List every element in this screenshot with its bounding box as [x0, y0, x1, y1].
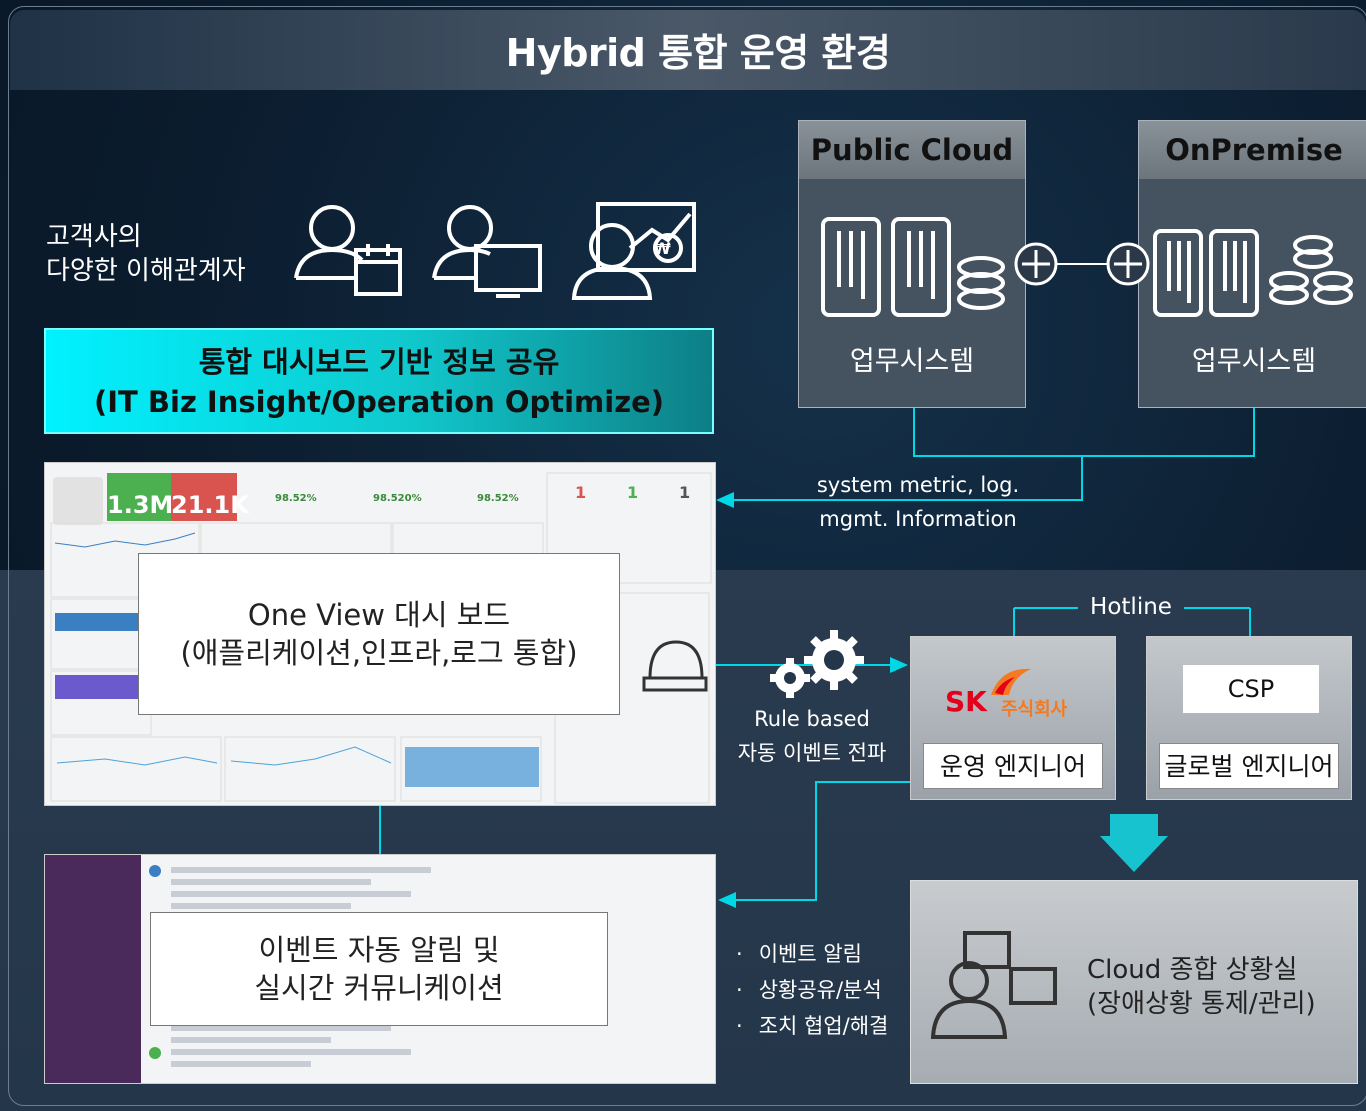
metrics-flow-label: system metric, log. mgmt. Information — [800, 468, 1036, 536]
arrow-to-dashboard — [716, 492, 734, 508]
dashboard-overlay-line2: (애플리케이션,인프라,로그 통합) — [180, 636, 578, 670]
operator-icon — [930, 931, 1057, 1039]
public-cloud-label: 업무시스템 — [849, 346, 975, 377]
arrow-to-engineer — [890, 657, 908, 673]
down-arrow — [1100, 814, 1168, 872]
control-room-line1: Cloud 종합 상황실 — [1087, 955, 1298, 985]
server-rack-icon — [821, 217, 1005, 317]
person-calendar-icon — [294, 205, 402, 296]
rule-flow-line2: 자동 이벤트 전파 — [737, 741, 887, 765]
chat-overlay-label: 이벤트 자동 알림 및 실시간 커뮤니케이션 — [150, 912, 608, 1026]
hotline-label: Hotline — [1080, 594, 1182, 620]
bullet-item: 조치 협업/해결 — [736, 1008, 889, 1044]
public-cloud-header: Public Cloud — [799, 121, 1025, 179]
rule-flow-label: Rule based 자동 이벤트 전파 — [730, 702, 894, 770]
metrics-flow-line1: system metric, log. — [816, 473, 1020, 497]
arrow-to-chat-side — [718, 892, 736, 908]
sk-butterfly-icon — [991, 668, 1031, 695]
on-premise-header: OnPremise — [1139, 121, 1366, 179]
banner-line2: (IT Biz Insight/Operation Optimize) — [93, 385, 665, 419]
sk-engineer-label: 운영 엔지니어 — [923, 743, 1103, 789]
won-symbol: ₩ — [653, 239, 671, 258]
bullet-item: 상황공유/분석 — [736, 972, 888, 1008]
person-monitor-icon — [432, 205, 542, 298]
one-view-dashboard-label: One View 대시 보드 (애플리케이션,인프라,로그 통합) — [138, 553, 620, 715]
on-premise-label: 업무시스템 — [1191, 346, 1317, 377]
banner-line1: 통합 대시보드 기반 정보 공유 — [198, 345, 560, 379]
on-premise-box: OnPremise 업무시스템 — [1138, 120, 1366, 408]
public-cloud-box: Public Cloud 업무시스템 — [798, 120, 1026, 408]
rule-flow-line1: Rule based — [754, 707, 870, 731]
csp-engineer-box: CSP 글로벌 엔지니어 — [1146, 636, 1352, 800]
dashboard-overlay-line1: One View 대시 보드 — [247, 598, 511, 632]
control-room-box: Cloud 종합 상황실 (장애상황 통제/관리) — [910, 880, 1358, 1084]
csp-badge: CSP — [1183, 665, 1319, 713]
chat-overlay-line2: 실시간 커뮤니케이션 — [254, 971, 504, 1005]
sk-engineer-box: SK 주식회사 운영 엔지니어 — [910, 636, 1116, 800]
control-room-text: Cloud 종합 상황실 (장애상황 통제/관리) — [1087, 953, 1316, 1021]
presenter-icon — [571, 202, 696, 300]
action-bullets: 이벤트 알림 상황공유/분석 조치 협업/해결 — [736, 936, 889, 1044]
metrics-flow-line2: mgmt. Information — [819, 507, 1017, 531]
csp-engineer-label: 글로벌 엔지니어 — [1159, 743, 1339, 789]
diagram-frame: Hybrid 통합 운영 환경 고객사의 다양한 이해관계자 ₩ 통합 대시보드… — [0, 0, 1366, 1111]
alarm-siren-icon — [642, 640, 708, 692]
chat-overlay-line1: 이벤트 자동 알림 및 — [258, 933, 500, 967]
control-room-line2: (장애상황 통제/관리) — [1087, 989, 1316, 1019]
server-rack-icon — [1153, 229, 1353, 317]
chat-sidebar — [45, 855, 141, 1083]
bullet-item: 이벤트 알림 — [736, 936, 888, 972]
shared-dashboard-banner: 통합 대시보드 기반 정보 공유 (IT Biz Insight/Operati… — [44, 328, 714, 434]
